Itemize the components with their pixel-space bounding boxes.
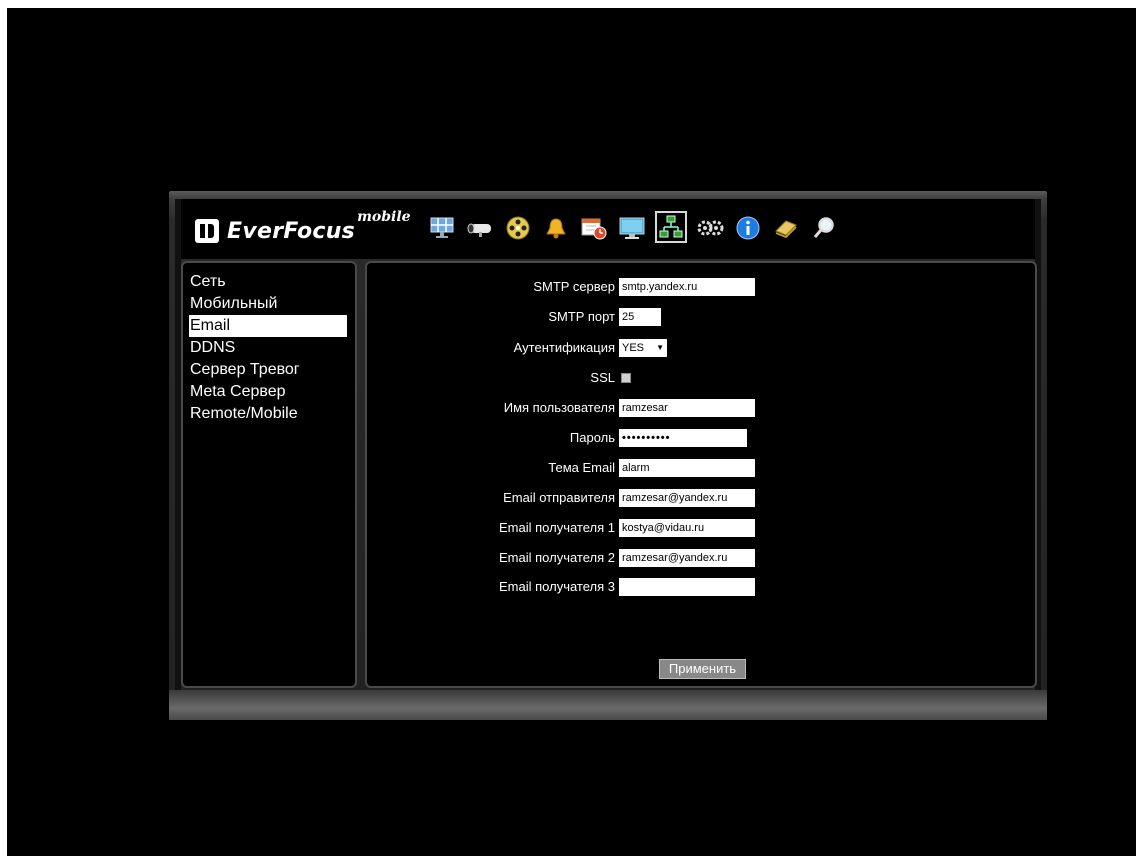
auth-select[interactable]: YES ▼ (619, 339, 667, 357)
bell-icon[interactable] (541, 213, 571, 243)
brand-suffix: mobile (357, 209, 411, 225)
chevron-down-icon: ▼ (656, 343, 664, 352)
ssl-row: SSL (367, 368, 815, 388)
recipient3-input[interactable] (619, 578, 755, 596)
smtp-port-label: SMTP порт (548, 309, 615, 324)
everfocus-logo-icon (195, 219, 219, 243)
sidebar-item-remote-mobile[interactable]: Remote/Mobile (189, 403, 347, 425)
sidebar-item-ddns[interactable]: DDNS (189, 337, 347, 359)
subject-row: Тема Email alarm (367, 458, 815, 478)
main-panel: EverFocus mobile Сеть Мобильный Email DD… (169, 191, 1047, 720)
recipient2-row: Email получателя 2 ramzesar@yandex.ru (367, 548, 815, 568)
smtp-port-input[interactable]: 25 (619, 308, 661, 326)
email-settings-form: SMTP сервер smtp.yandex.ru SMTP порт 25 … (365, 261, 1037, 688)
film-reel-icon[interactable] (503, 213, 533, 243)
smtp-port-row: SMTP порт 25 (367, 307, 815, 327)
search-icon[interactable] (809, 213, 839, 243)
username-input[interactable]: ramzesar (619, 399, 755, 417)
sidebar-item-network[interactable]: Сеть (189, 271, 347, 293)
sender-input[interactable]: ramzesar@yandex.ru (619, 489, 755, 507)
username-label: Имя пользователя (503, 400, 615, 415)
password-label: Пароль (569, 430, 615, 445)
recipient1-input[interactable]: kostya@vidau.ru (619, 519, 755, 537)
auth-row: Аутентификация YES ▼ (367, 338, 815, 358)
recipient1-row: Email получателя 1 kostya@vidau.ru (367, 518, 815, 538)
password-row: Пароль •••••••••• (367, 428, 815, 448)
display-icon[interactable] (617, 213, 647, 243)
username-row: Имя пользователя ramzesar (367, 398, 815, 418)
camera-icon[interactable] (465, 213, 495, 243)
brand-name: EverFocus (227, 218, 356, 244)
app-screen: EverFocus mobile Сеть Мобильный Email DD… (7, 8, 1136, 856)
auth-label: Аутентификация (513, 340, 615, 355)
sender-row: Email отправителя ramzesar@yandex.ru (367, 488, 815, 508)
sidebar-item-meta-server[interactable]: Meta Сервер (189, 381, 347, 403)
recipient3-label: Email получателя 3 (499, 579, 615, 594)
monitor-grid-icon[interactable] (427, 213, 457, 243)
sidebar-item-email[interactable]: Email (189, 315, 347, 337)
subject-input[interactable]: alarm (619, 459, 755, 477)
sender-label: Email отправителя (503, 490, 615, 505)
ssl-checkbox[interactable] (621, 373, 631, 383)
smtp-server-input[interactable]: smtp.yandex.ru (619, 278, 755, 296)
recipient2-input[interactable]: ramzesar@yandex.ru (619, 549, 755, 567)
sidebar-item-mobile[interactable]: Мобильный (189, 293, 347, 315)
sidebar: Сеть Мобильный Email DDNS Сервер Тревог … (181, 261, 357, 688)
panel-footer (169, 690, 1047, 720)
network-icon[interactable] (655, 211, 687, 243)
folder-icon[interactable] (771, 213, 801, 243)
brand-logo: EverFocus mobile (195, 209, 411, 249)
recipient1-label: Email получателя 1 (499, 520, 615, 535)
auth-select-value: YES (622, 342, 645, 354)
info-icon[interactable] (733, 213, 763, 243)
smtp-server-label: SMTP сервер (533, 279, 615, 294)
apply-button[interactable]: Применить (659, 659, 746, 679)
sidebar-list: Сеть Мобильный Email DDNS Сервер Тревог … (183, 271, 347, 425)
recipient3-row: Email получателя 3 (367, 577, 815, 597)
subject-label: Тема Email (548, 460, 615, 475)
sidebar-item-alarm-server[interactable]: Сервер Тревог (189, 359, 347, 381)
password-input[interactable]: •••••••••• (619, 429, 747, 447)
gears-icon[interactable] (695, 213, 725, 243)
toolbar (427, 209, 847, 247)
recipient2-label: Email получателя 2 (499, 550, 615, 565)
smtp-server-row: SMTP сервер smtp.yandex.ru (367, 277, 815, 297)
calendar-clock-icon[interactable] (579, 213, 609, 243)
ssl-label: SSL (590, 370, 615, 385)
